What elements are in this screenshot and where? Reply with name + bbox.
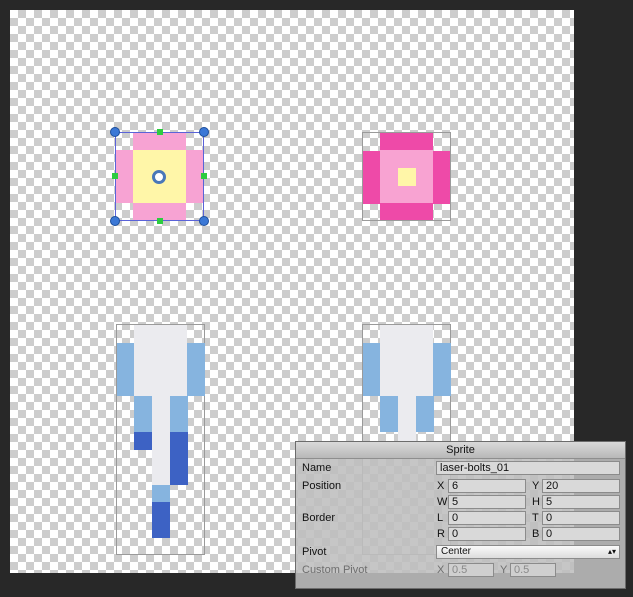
- l-label: L: [437, 512, 444, 524]
- pivot-label: Pivot: [302, 546, 327, 558]
- h-field[interactable]: [542, 495, 620, 509]
- resize-handle-top[interactable]: [157, 129, 163, 135]
- x-label: X: [437, 480, 445, 492]
- panel-title: Sprite: [296, 442, 625, 459]
- position-label: Position: [302, 480, 342, 492]
- t-label: T: [532, 512, 539, 524]
- b-label: B: [532, 528, 540, 540]
- r-label: R: [437, 528, 445, 540]
- resize-handle-bottom-left[interactable]: [110, 216, 120, 226]
- pivot-dropdown[interactable]: Center ▴▾: [436, 545, 620, 559]
- custom-pivot-label: Custom Pivot: [302, 564, 368, 576]
- resize-handle-bottom-right[interactable]: [199, 216, 209, 226]
- r-field[interactable]: [448, 527, 526, 541]
- custom-pivot-y-label: Y: [500, 564, 508, 576]
- resize-handle-left[interactable]: [112, 173, 118, 179]
- y-field[interactable]: [542, 479, 620, 493]
- resize-handle-top-right[interactable]: [199, 127, 209, 137]
- up-down-arrows-icon: ▴▾: [607, 547, 616, 556]
- resize-handle-bottom[interactable]: [157, 218, 163, 224]
- y-label: Y: [532, 480, 540, 492]
- w-label: W: [437, 496, 448, 508]
- border-label: Border: [302, 512, 336, 524]
- name-field[interactable]: [436, 461, 620, 475]
- resize-handle-right[interactable]: [201, 173, 207, 179]
- sprite-inspector-panel: Sprite Name Position X Y W H Border L T …: [295, 441, 626, 589]
- sprite-slice-2[interactable]: [362, 132, 451, 221]
- custom-pivot-x-field: [448, 563, 494, 577]
- h-label: H: [532, 496, 540, 508]
- name-label: Name: [302, 462, 332, 474]
- pivot-dropdown-value: Center: [441, 546, 472, 557]
- w-field[interactable]: [448, 495, 526, 509]
- b-field[interactable]: [542, 527, 620, 541]
- custom-pivot-x-label: X: [437, 564, 445, 576]
- resize-handle-top-left[interactable]: [110, 127, 120, 137]
- sprite-slice-3[interactable]: [116, 324, 205, 555]
- l-field[interactable]: [448, 511, 526, 525]
- custom-pivot-y-field: [510, 563, 556, 577]
- x-field[interactable]: [448, 479, 526, 493]
- t-field[interactable]: [542, 511, 620, 525]
- pivot-handle[interactable]: [152, 170, 166, 184]
